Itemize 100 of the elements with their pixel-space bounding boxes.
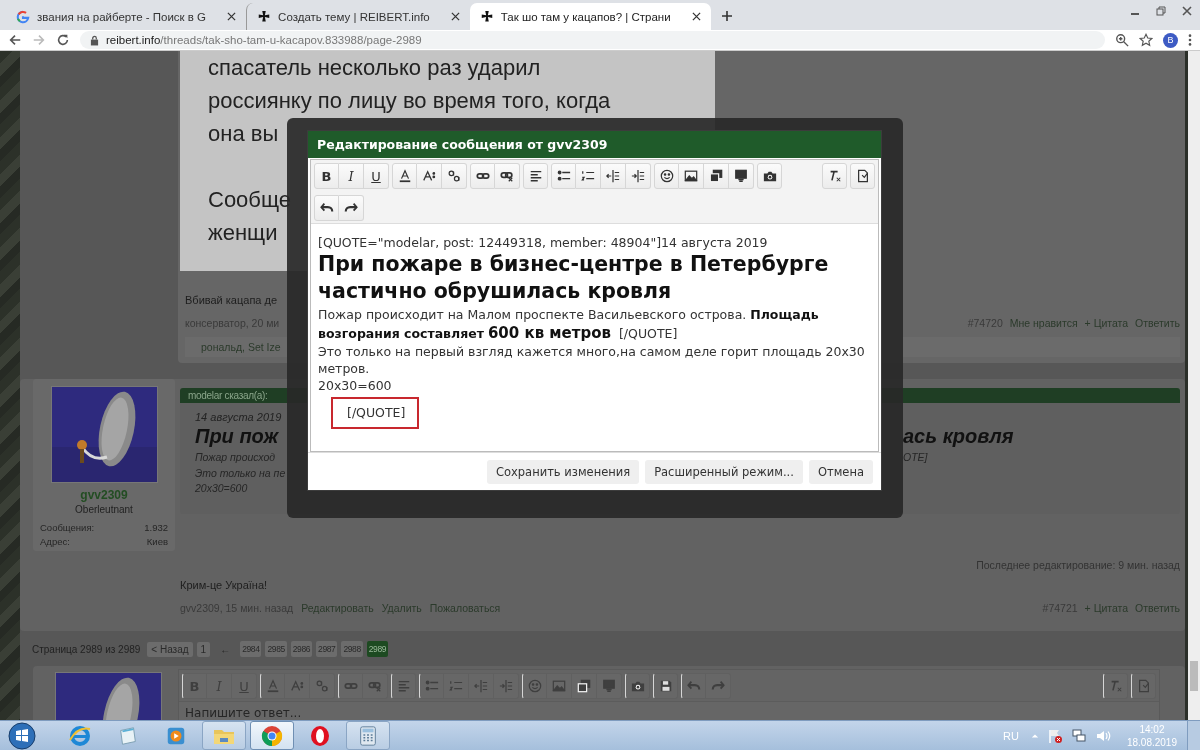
close-icon[interactable] [450, 12, 460, 21]
toolbar-button[interactable] [522, 673, 547, 699]
restore-icon[interactable] [1156, 6, 1166, 16]
clock-time[interactable]: 14:02 [1139, 722, 1165, 736]
advanced-mode-button[interactable]: Расширенный режим... [645, 460, 803, 484]
page-link[interactable]: 2988 [341, 641, 363, 657]
bold-button[interactable]: B [314, 163, 339, 189]
post-action-link[interactable]: Ответить [1135, 317, 1180, 329]
align-left-icon [528, 169, 543, 183]
quote-text: Пожар происход [195, 450, 277, 465]
screenshot-text: она вы [208, 121, 279, 146]
google-logo-icon [16, 9, 30, 24]
underline-button[interactable]: U [364, 163, 389, 189]
chrome-logo-icon [260, 723, 284, 748]
post-text: Крим-це Україна! [180, 579, 269, 591]
new-tab-icon[interactable] [720, 10, 733, 22]
toolbar-button[interactable] [260, 673, 285, 699]
quote-author[interactable]: modelar сказал(а): [188, 390, 268, 401]
flag-error-icon[interactable] [1046, 727, 1063, 744]
taskbar-app[interactable] [346, 721, 390, 750]
page-link[interactable]: 2989 [366, 641, 389, 657]
taskbar-app[interactable] [202, 721, 246, 750]
page-link[interactable]: 1 [196, 641, 211, 657]
notepad-icon [117, 724, 139, 747]
bookmark-star-icon[interactable] [1139, 33, 1153, 47]
smiley-icon [527, 679, 542, 693]
toolbar-button[interactable] [419, 673, 444, 699]
stat-value: Киев [146, 536, 168, 547]
toolbar-button[interactable] [681, 673, 706, 699]
toolbar-button[interactable] [391, 673, 416, 699]
browser-tab[interactable]: звания на райберте - Поиск в G [6, 3, 247, 30]
page-link[interactable]: 2985 [265, 641, 287, 657]
likes-text: рональд, Set Ize [201, 341, 281, 353]
list-document-icon [734, 169, 748, 183]
save-button[interactable]: Сохранить изменения [486, 460, 640, 484]
toolbar-button[interactable] [625, 673, 650, 699]
align-left-icon [396, 679, 411, 693]
user-name[interactable]: gvv2309 [80, 488, 128, 502]
numbered-list-icon [581, 169, 595, 183]
user-rank: Oberleutnant [75, 504, 133, 515]
bullet-list-icon [556, 169, 571, 183]
body-text: 20x30=600 [318, 377, 393, 394]
start-button[interactable] [8, 721, 36, 750]
font-icon [447, 169, 461, 183]
zoom-icon[interactable] [1115, 33, 1129, 47]
redo-icon [344, 201, 358, 215]
close-icon[interactable] [1182, 6, 1192, 16]
screenshot-text: россиянку по лицу во время того, когда [208, 88, 611, 113]
stat-label: Сообщения: [40, 522, 95, 533]
text-color-icon [397, 169, 412, 183]
floppy-icon [658, 679, 673, 693]
clock-date[interactable]: 18.08.2019 [1126, 735, 1177, 749]
page-link[interactable]: 2987 [316, 641, 338, 657]
network-icon[interactable] [1070, 727, 1087, 744]
address-bar[interactable]: reibert.info/threads/tak-sho-tam-u-kacapov.833988/page-2989 [80, 31, 1105, 49]
toolbar-button[interactable] [1103, 673, 1128, 699]
reply-field[interactable]: Напишите ответ... [179, 702, 1159, 720]
body-text: Это только на первый взгляд кажется много,на самом деле горит площадь 20x30 метров. [318, 343, 866, 377]
post-action-link[interactable]: + Цитата [1084, 317, 1129, 329]
lock-icon [90, 34, 99, 46]
previous-page-link[interactable]: < Назад [147, 641, 193, 657]
toolbar-button[interactable] [1131, 673, 1156, 699]
close-icon[interactable] [227, 12, 237, 21]
cancel-button[interactable]: Отмена [808, 460, 873, 484]
outdent-icon [606, 169, 620, 183]
camera-icon [630, 679, 645, 693]
screenshot-text: спасатель несколько раз ударил [208, 55, 541, 80]
calculator-icon [357, 724, 379, 747]
back-icon[interactable] [8, 33, 22, 47]
toolbar-button[interactable] [572, 673, 597, 699]
page-link[interactable]: 2986 [290, 641, 313, 657]
opera-logo-icon [308, 723, 332, 748]
menu-icon[interactable] [1188, 33, 1192, 47]
toolbar-button[interactable] [653, 673, 678, 699]
screenshot-text: женщи [208, 220, 278, 245]
toolbar-button[interactable] [338, 673, 363, 699]
editor-box[interactable] [310, 159, 879, 452]
taskbar-app[interactable] [250, 721, 294, 750]
language-indicator[interactable]: RU [1003, 729, 1019, 742]
page-skip-link[interactable]: ← [214, 643, 237, 655]
undo-icon [319, 201, 334, 215]
font-icon [315, 679, 329, 693]
close-icon[interactable] [691, 12, 701, 21]
redo-icon [711, 679, 725, 693]
post-action-link[interactable]: Мне нравится [1009, 317, 1078, 329]
numbered-list-icon [449, 679, 463, 693]
highlight-frame: [/QUOTE] [331, 397, 420, 429]
indent-icon [631, 169, 645, 183]
reload-icon[interactable] [56, 33, 70, 47]
unlink-icon [500, 169, 514, 183]
image-icon [552, 679, 566, 693]
italic-button[interactable]: I [339, 163, 364, 189]
profile-avatar[interactable]: B [1163, 32, 1178, 48]
browser-tab[interactable]: Так шо там у кацапов? | Страни [469, 3, 711, 30]
dialog-title: Редактирование сообщения от gvv2309 [317, 137, 608, 152]
scrollbar[interactable] [1188, 51, 1200, 720]
quote-text: 20x30=600 [195, 481, 249, 496]
document-icon [855, 169, 870, 183]
text-color-icon [265, 679, 280, 693]
page-link[interactable]: 2984 [240, 641, 262, 657]
